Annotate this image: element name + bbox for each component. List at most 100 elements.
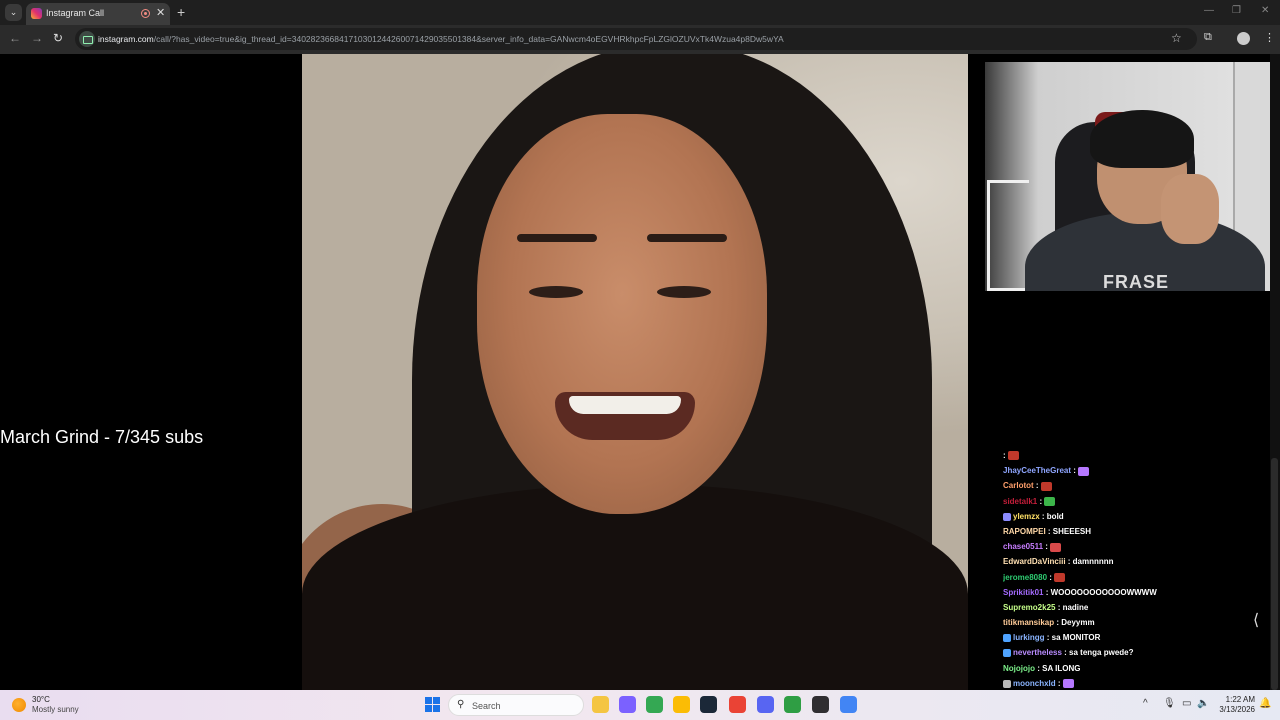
file-explorer-icon[interactable] <box>592 696 609 713</box>
discord-icon[interactable] <box>757 696 774 713</box>
chat-username[interactable]: nevertheless <box>1013 648 1062 657</box>
chat-username[interactable]: Nojojojo <box>1003 664 1035 673</box>
chat-username[interactable]: Sprikitik01 <box>1003 588 1043 597</box>
webcam-shirt-text: FRASE <box>1103 272 1170 291</box>
minimize-icon[interactable]: — <box>1204 5 1214 16</box>
search-label: Search <box>472 701 501 711</box>
taskbar: 30°C Mostly sunny ⚲ Search ^ 🎙 ▭ 🔈 1:22 … <box>0 690 1280 720</box>
clock-time[interactable]: 1:22 AM <box>1217 695 1255 704</box>
site-info-icon[interactable] <box>79 31 95 47</box>
chat-separator: : <box>1043 542 1051 552</box>
weather-sun-icon[interactable] <box>12 698 26 712</box>
forward-icon[interactable]: → <box>31 31 43 45</box>
star-icon[interactable]: ☆ <box>1171 31 1182 45</box>
chrome-icon-3[interactable] <box>729 696 746 713</box>
chat-username[interactable]: moonchxld <box>1013 679 1056 688</box>
back-icon[interactable]: ← <box>9 31 21 45</box>
chat-separator: : <box>1065 557 1073 567</box>
chat-scrollbar-thumb[interactable] <box>1271 458 1278 690</box>
chat-message: moonchxld : <box>1003 679 1268 689</box>
chevron-up-icon[interactable]: ^ <box>1143 698 1148 709</box>
webcam-crib <box>987 180 1029 291</box>
instagram-call-video <box>302 54 968 690</box>
chat-message: Carlotot : <box>1003 481 1268 496</box>
reload-icon[interactable]: ↻ <box>53 31 63 45</box>
tab-bar: ⌄ Instagram Call ✕ + — ❐ ✕ <box>0 0 1280 25</box>
chat-username[interactable]: ylemzx <box>1013 512 1040 521</box>
instagram-icon <box>31 8 42 19</box>
chat-message: ylemzx : bold <box>1003 512 1268 527</box>
window-close-icon[interactable]: ✕ <box>1261 5 1269 16</box>
chat-message: chase0511 : <box>1003 542 1268 557</box>
browser-toolbar: ← → ↻ instagram.com/call/?has_video=true… <box>0 25 1280 54</box>
tab-title: Instagram Call <box>46 8 105 18</box>
microphone-icon[interactable]: 🎙 <box>1163 698 1176 709</box>
chat-text: SA ILONG <box>1042 663 1081 673</box>
copilot-icon[interactable] <box>619 696 636 713</box>
puzzle-icon[interactable]: ⧉ <box>1204 31 1212 44</box>
chrome-icon-4[interactable] <box>840 696 857 713</box>
chat-badge-icon <box>1003 649 1011 658</box>
taskbar-search[interactable]: ⚲ Search <box>448 694 584 716</box>
chat-username[interactable]: RAPOMPEI <box>1003 527 1046 536</box>
chat-list: : JhayCeeTheGreat : Carlotot : sidetalk1… <box>1003 451 1268 689</box>
chat-emote-icon <box>1062 679 1074 689</box>
obs-icon[interactable] <box>812 696 829 713</box>
chrome-icon-1[interactable] <box>646 696 663 713</box>
new-tab-button[interactable]: + <box>177 4 185 20</box>
volume-icon[interactable]: 🔈 <box>1197 698 1209 709</box>
chat-message: titikmansikap : Deyymm <box>1003 618 1268 633</box>
url-text[interactable]: instagram.com/call/?has_video=true&ig_th… <box>98 34 784 44</box>
terminal-icon[interactable] <box>784 696 801 713</box>
chat-emote-icon <box>1007 451 1019 461</box>
restore-icon[interactable]: ❐ <box>1232 5 1241 16</box>
chat-message: jerome8080 : <box>1003 573 1268 588</box>
chat-text: sa tenga pwede? <box>1069 648 1134 658</box>
network-icon[interactable]: ▭ <box>1182 698 1191 709</box>
chat-emote-icon <box>1040 481 1052 491</box>
weather-temp[interactable]: 30°C <box>32 695 50 704</box>
chevron-down-icon[interactable]: ⌄ <box>5 4 22 21</box>
chat-username[interactable]: jerome8080 <box>1003 573 1047 582</box>
chat-username[interactable]: EdwardDaVinciii <box>1003 557 1066 566</box>
close-icon[interactable]: ✕ <box>156 6 165 19</box>
chat-text: damnnnnn <box>1072 557 1114 567</box>
chat-username[interactable]: lurkingg <box>1013 633 1045 642</box>
address-bar[interactable]: instagram.com/call/?has_video=true&ig_th… <box>75 28 1197 50</box>
chat-username[interactable]: sidetalk1 <box>1003 497 1037 506</box>
video-brow-left <box>517 234 597 242</box>
chat-message: Supremo2k25 : nadine <box>1003 603 1268 618</box>
weather-desc[interactable]: Mostly sunny <box>32 705 79 714</box>
windows-logo-tile <box>433 705 440 712</box>
chat-username[interactable]: chase0511 <box>1003 542 1043 551</box>
chat-collapse-icon[interactable]: ⟨ <box>1253 610 1259 630</box>
chat-separator: : <box>1039 511 1047 521</box>
chat-badge-icon <box>1003 634 1011 643</box>
start-button[interactable] <box>425 697 440 712</box>
chat-message: lurkingg : sa MONITOR <box>1003 633 1268 648</box>
chat-message: nevertheless : sa tenga pwede? <box>1003 648 1268 663</box>
video-body <box>302 484 968 690</box>
avatar[interactable] <box>1237 32 1250 45</box>
search-icon: ⚲ <box>457 699 465 710</box>
chat-separator: : <box>1044 633 1052 643</box>
steam-icon[interactable] <box>700 696 717 713</box>
chat-username[interactable]: Supremo2k25 <box>1003 603 1055 612</box>
video-eye-right <box>657 286 711 298</box>
chat-username[interactable]: JhayCeeTheGreat <box>1003 466 1071 475</box>
chat-message: Sprikitik01 : WOOOOOOOOOOOWWWW <box>1003 588 1268 603</box>
chat-emote-icon <box>1078 466 1090 476</box>
chrome-icon-2[interactable] <box>673 696 690 713</box>
video-face <box>477 114 767 514</box>
chat-text: SHEEESH <box>1052 526 1092 536</box>
notification-icon[interactable]: 🔔 <box>1259 698 1271 709</box>
chat-username[interactable]: Carlotot <box>1003 481 1034 490</box>
chat-separator: : <box>1037 496 1045 506</box>
clock-date[interactable]: 3/13/2026 <box>1213 705 1255 714</box>
chat-text: sa MONITOR <box>1051 633 1101 643</box>
kebab-icon[interactable]: ⋮ <box>1264 31 1275 44</box>
chat-username[interactable]: titikmansikap <box>1003 618 1054 627</box>
chat-separator: : <box>1055 602 1063 612</box>
tab-instagram-call[interactable]: Instagram Call ✕ <box>26 3 170 25</box>
chat-emote-icon <box>1054 572 1066 582</box>
